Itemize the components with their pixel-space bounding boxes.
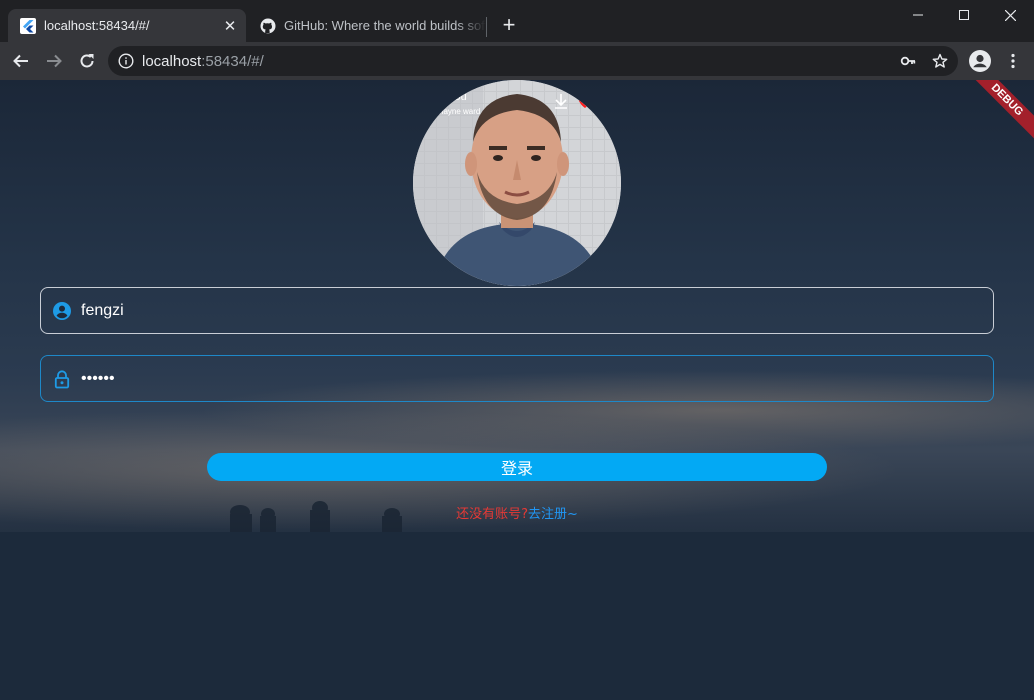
info-icon[interactable]	[118, 53, 134, 69]
register-prompt: 还没有账号?去注册~	[0, 503, 1034, 522]
reload-icon[interactable]	[75, 49, 99, 73]
url-host: localhost	[142, 52, 202, 70]
avatar-photo: all you shayne ward	[413, 80, 621, 286]
address-bar[interactable]: localhost:58434/#/	[108, 46, 958, 76]
username-input[interactable]	[81, 301, 993, 320]
password-input[interactable]	[81, 369, 993, 388]
login-button[interactable]: 登录	[207, 453, 827, 481]
tab-separator	[486, 17, 487, 37]
github-icon	[260, 18, 276, 33]
username-field[interactable]	[40, 287, 994, 334]
login-page: DEBUG shayne ward fengzi •••••• 登录 还没有账号…	[0, 80, 1034, 700]
browser-toolbar: localhost:58434/#/	[0, 42, 1034, 80]
tab-title: GitHub: Where the world builds software	[284, 18, 486, 33]
profile-icon[interactable]	[968, 49, 992, 73]
tab-localhost[interactable]: localhost:58434/#/ ✕	[8, 9, 246, 42]
forward-arrow-icon[interactable]	[42, 49, 66, 73]
register-link[interactable]: 去注册~	[528, 507, 578, 522]
tab-github[interactable]: GitHub: Where the world builds software	[248, 9, 486, 42]
key-icon[interactable]	[900, 53, 916, 69]
star-icon[interactable]	[932, 53, 948, 69]
back-arrow-icon[interactable]	[9, 49, 33, 73]
maximize-icon[interactable]	[941, 0, 987, 30]
flutter-icon	[20, 17, 36, 34]
menu-kebab-icon[interactable]	[1001, 49, 1025, 73]
background-fill	[0, 532, 1034, 700]
account-circle-icon	[53, 301, 71, 320]
url-path: :58434/#/	[201, 52, 264, 70]
minimize-icon[interactable]	[895, 0, 941, 30]
lock-icon	[54, 369, 70, 388]
new-tab-icon[interactable]: +	[498, 14, 520, 36]
browser-tabstrip: localhost:58434/#/ ✕ GitHub: Where the w…	[0, 0, 1034, 42]
window-close-icon[interactable]	[987, 0, 1033, 30]
tab-title: localhost:58434/#/	[44, 18, 150, 33]
avatar: all you shayne ward	[413, 80, 621, 286]
register-question: 还没有账号?	[456, 507, 528, 522]
close-icon[interactable]: ✕	[222, 18, 238, 35]
password-field[interactable]	[40, 355, 994, 402]
